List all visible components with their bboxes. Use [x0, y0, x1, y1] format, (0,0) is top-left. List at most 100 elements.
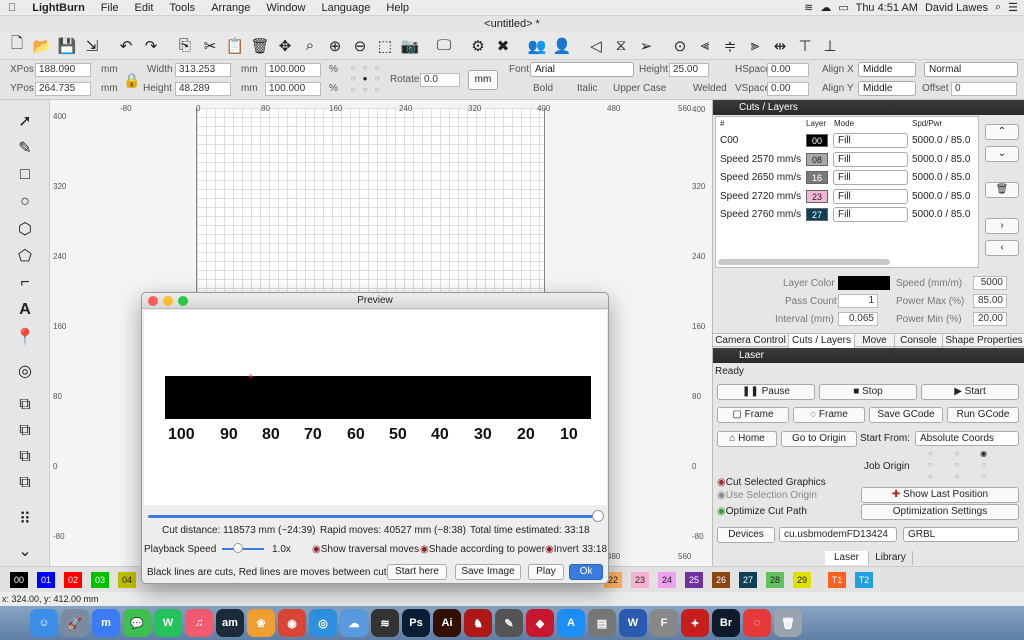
- layer-mode-select[interactable]: Fill: [833, 151, 908, 167]
- palette-swatch[interactable]: 00: [10, 572, 28, 588]
- settings-gear-icon[interactable]: ⚙: [467, 35, 489, 57]
- ellipse-icon[interactable]: ○: [12, 191, 38, 213]
- dock-bridge-icon[interactable]: Br: [712, 609, 740, 637]
- dock-photoshop-icon[interactable]: Ps: [402, 609, 430, 637]
- layer-row-name[interactable]: Speed 2720 mm/s: [720, 191, 801, 202]
- playback-speed-slider[interactable]: [222, 548, 264, 550]
- dock-acrobat-icon[interactable]: ✦: [681, 609, 709, 637]
- lock-icon[interactable]: 🔒: [123, 72, 140, 89]
- welded-toggle[interactable]: Welded: [693, 83, 727, 94]
- dock-finder-icon[interactable]: ☺: [30, 609, 58, 637]
- height-percent-field[interactable]: 100.000: [265, 82, 321, 96]
- offset-field[interactable]: 0: [951, 82, 1017, 96]
- start-here-button[interactable]: Start here: [387, 564, 447, 580]
- interval-field[interactable]: 0.065: [838, 312, 878, 326]
- prev-button[interactable]: ‹: [985, 240, 1019, 256]
- units-toggle-button[interactable]: mm: [468, 70, 498, 90]
- shade-power-checkbox[interactable]: ◉Shade according to power: [420, 544, 545, 555]
- layer-color-badge[interactable]: 23: [806, 189, 828, 203]
- menu-tools[interactable]: Tools: [162, 2, 204, 14]
- layer-mode-select[interactable]: Fill: [833, 170, 908, 185]
- start-from-select[interactable]: Absolute Coords: [915, 431, 1019, 446]
- menu-file[interactable]: File: [93, 2, 127, 14]
- wifi-status-icon[interactable]: ≋: [804, 1, 813, 14]
- dock-illustrator-icon[interactable]: Ai: [433, 609, 461, 637]
- pass-count-field[interactable]: 1: [838, 294, 878, 308]
- menu-window[interactable]: Window: [258, 2, 313, 14]
- layer-mode-select[interactable]: Fill: [833, 207, 908, 222]
- speed-field[interactable]: 5000: [973, 276, 1007, 290]
- dock-app-store-icon[interactable]: A: [557, 609, 585, 637]
- boolean-union-icon[interactable]: ⧉: [12, 394, 38, 416]
- clock[interactable]: Thu 4:51 AM: [856, 2, 918, 14]
- layer-row-name[interactable]: Speed 2650 mm/s: [720, 172, 801, 183]
- align-bottom-icon[interactable]: ⊥: [819, 35, 841, 57]
- tab-laser[interactable]: Laser: [825, 551, 869, 565]
- play-button[interactable]: Play: [528, 564, 564, 580]
- save-icon[interactable]: 💾: [56, 35, 78, 57]
- palette-swatch[interactable]: 28: [766, 572, 784, 588]
- cloud-icon[interactable]: ☁: [820, 1, 831, 14]
- camera-icon[interactable]: 📷: [399, 35, 421, 57]
- group-icon[interactable]: 👥: [526, 35, 548, 57]
- zoom-window-icon[interactable]: [178, 296, 188, 306]
- delete-icon[interactable]: 🗑: [249, 35, 271, 57]
- vspace-field[interactable]: 0.00: [767, 82, 809, 96]
- user-name[interactable]: David Lawes: [925, 2, 988, 14]
- device-select[interactable]: GRBL: [903, 527, 1019, 542]
- layer-row-name[interactable]: Speed 2570 mm/s: [720, 154, 801, 165]
- tab-console[interactable]: Console: [895, 334, 943, 348]
- delete-layer-button[interactable]: 🗑: [985, 182, 1019, 198]
- copy-icon[interactable]: ⎘: [174, 35, 196, 57]
- save-gcode-button[interactable]: Save GCode: [869, 407, 943, 423]
- optimization-settings-button[interactable]: Optimization Settings: [861, 504, 1019, 520]
- tools-icon[interactable]: ✖: [492, 35, 514, 57]
- ok-button[interactable]: Ok: [569, 564, 603, 580]
- dock-printer-icon[interactable]: ▤: [588, 609, 616, 637]
- export-icon[interactable]: ⇲: [81, 35, 103, 57]
- menu-language[interactable]: Language: [313, 2, 378, 14]
- redo-icon[interactable]: ↷: [140, 35, 162, 57]
- select-arrow-icon[interactable]: ➚: [12, 110, 38, 132]
- palette-swatch[interactable]: 23: [631, 572, 649, 588]
- app-menu[interactable]: LightBurn: [24, 2, 93, 14]
- ypos-field[interactable]: 264.735: [35, 82, 91, 96]
- job-origin-grid[interactable]: ○ ○ ◉ ○ ○ ○ ○ ○ ○: [917, 449, 997, 483]
- move-layer-down-button[interactable]: ⌄: [985, 146, 1019, 162]
- dock-messages-icon[interactable]: 💬: [123, 609, 151, 637]
- layer-color-badge[interactable]: 00: [806, 134, 828, 147]
- tab-cuts-layers[interactable]: Cuts / Layers: [789, 334, 855, 348]
- next-button[interactable]: ›: [985, 218, 1019, 234]
- font-select[interactable]: Arial: [530, 62, 634, 77]
- xpos-field[interactable]: 188.090: [35, 63, 91, 77]
- playback-speed-handle[interactable]: [233, 543, 243, 553]
- width-field[interactable]: 313.253: [175, 63, 231, 77]
- pause-button[interactable]: ❚❚ Pause: [717, 384, 815, 400]
- dock-messenger-icon[interactable]: m: [92, 609, 120, 637]
- boolean-diff-icon[interactable]: ⧉: [12, 420, 38, 442]
- position-pin-icon[interactable]: 📍: [12, 326, 38, 348]
- cuts-scrollbar[interactable]: [718, 259, 890, 265]
- tab-camera-control[interactable]: Camera Control: [713, 334, 789, 348]
- dock-font-book-icon[interactable]: F: [650, 609, 678, 637]
- power-max-field[interactable]: 85.00: [973, 294, 1007, 308]
- palette-swatch[interactable]: 29: [793, 572, 811, 588]
- align-right-icon[interactable]: ⫸: [744, 35, 766, 57]
- height-field[interactable]: 48.289: [175, 82, 231, 96]
- dock-cloud-icon[interactable]: ☁: [340, 609, 368, 637]
- polygon-icon[interactable]: ⬡: [12, 218, 38, 240]
- layer-color-badge[interactable]: 27: [806, 208, 828, 221]
- alignx-select[interactable]: Middle: [858, 62, 916, 77]
- palette-swatch[interactable]: 02: [64, 572, 82, 588]
- menu-edit[interactable]: Edit: [127, 2, 162, 14]
- measure-icon[interactable]: ⌐: [12, 272, 38, 294]
- dock-safari-icon[interactable]: ◎: [309, 609, 337, 637]
- dock-word-icon[interactable]: W: [619, 609, 647, 637]
- palette-swatch[interactable]: T1: [828, 572, 846, 588]
- devices-button[interactable]: Devices: [717, 527, 775, 543]
- layer-color-swatch[interactable]: [838, 276, 890, 290]
- preview-progress-handle[interactable]: [592, 510, 604, 522]
- dock-chrome-icon[interactable]: ◉: [278, 609, 306, 637]
- layer-row-name[interactable]: C00: [720, 135, 738, 146]
- text-mode-select[interactable]: Normal: [924, 62, 1018, 77]
